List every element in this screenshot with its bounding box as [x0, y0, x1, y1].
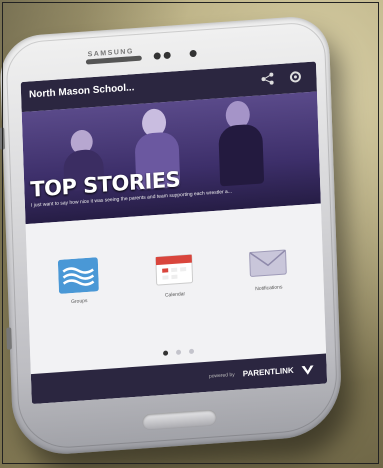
- photo-border: [2, 2, 379, 464]
- photo-scene: SAMSUNG North Mason School... TOP STORIE…: [0, 0, 383, 468]
